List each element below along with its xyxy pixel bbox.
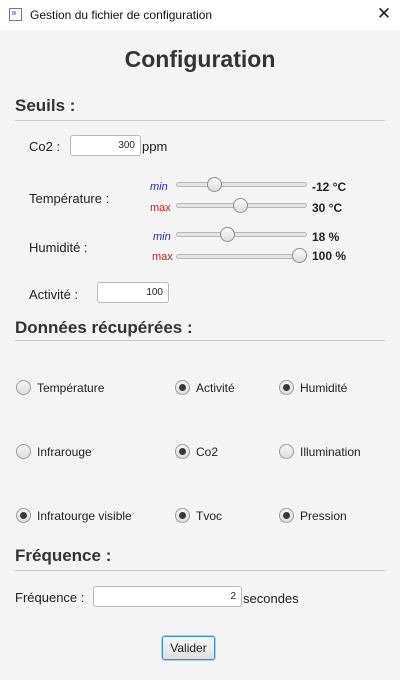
valider-button[interactable]: Valider [162,636,215,660]
co2-input[interactable]: 300 [70,135,141,156]
app-icon [9,8,22,21]
frequence-label: Fréquence : [15,590,85,605]
radio-humidite[interactable] [279,380,294,395]
humidite-min-value: 18 % [312,230,340,244]
section-title-donnees: Données récupérées : [15,318,193,337]
section-title-seuils: Seuils : [15,96,76,115]
radio-label-pression: Pression [300,509,347,523]
humidite-min-slider-thumb[interactable] [220,227,236,242]
radio-illumination[interactable] [279,444,294,459]
temperature-min-slider-thumb[interactable] [207,177,223,192]
co2-label: Co2 : [29,139,61,154]
section-divider [15,570,385,571]
radio-label-temperature: Température [37,381,105,395]
radio-label-activite: Activité [196,381,235,395]
radio-label-co2: Co2 [196,445,219,459]
section-title-frequence: Fréquence : [15,546,112,565]
radio-label-humidite: Humidité [300,381,348,395]
window-title: Gestion du fichier de configuration [30,8,213,22]
temperature-min-slider-track[interactable] [176,182,307,187]
radio-co2[interactable] [175,444,190,459]
radio-activite[interactable] [175,380,190,395]
radio-pression[interactable] [279,508,294,523]
radio-infratourge-visible[interactable] [16,508,31,523]
humidite-max-slider-track[interactable] [176,254,307,259]
window-titlebar: Gestion du fichier de configuration ✕ [0,0,400,30]
frequence-input[interactable]: 2 [93,586,242,607]
humidite-label: Humidité : [29,240,88,255]
section-divider [15,120,385,121]
radio-temperature[interactable] [16,380,31,395]
temperature-max-value: 30 °C [312,201,343,215]
page-title: Configuration [124,46,276,72]
section-divider [15,340,385,341]
temperature-label: Température : [29,191,110,206]
radio-label-infratourge-visible: Infratourge visible [37,509,132,523]
humidite-min-slider-track[interactable] [176,232,307,237]
humidite-max-label: max [152,251,173,263]
temperature-max-slider-thumb[interactable] [232,198,248,213]
humidite-max-slider-thumb[interactable] [292,248,307,263]
humidite-min-label: min [153,231,171,243]
close-icon[interactable]: ✕ [372,3,396,25]
radio-label-illumination: Illumination [300,445,361,459]
frequence-unit: secondes [243,591,299,606]
humidite-max-value: 100 % [312,249,347,263]
temperature-max-label: max [150,202,171,214]
co2-unit: ppm [142,139,168,154]
radio-label-infrarouge: Infrarouge [37,445,92,459]
temperature-min-label: min [150,181,168,193]
temperature-min-value: -12 °C [312,180,347,194]
radio-tvoc[interactable] [175,508,190,523]
activite-label: Activité : [29,287,79,302]
radio-label-tvoc: Tvoc [196,509,223,523]
radio-infrarouge[interactable] [16,444,31,459]
activite-input[interactable]: 100 [97,282,169,303]
